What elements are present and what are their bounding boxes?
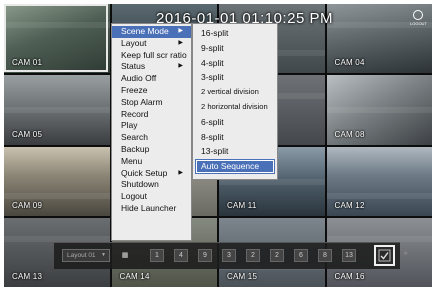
video-texture xyxy=(4,235,110,242)
camera-tile[interactable]: CAM 08 xyxy=(326,75,432,145)
menu-item[interactable]: Backup xyxy=(112,144,191,156)
split-layout-button[interactable]: 6 xyxy=(294,249,308,262)
menu-item-label: Scene Mode xyxy=(121,26,169,36)
split-layout-button[interactable]: 1 xyxy=(150,249,164,262)
camera-label: CAM 11 xyxy=(227,200,257,210)
menu-item-label: Freeze xyxy=(121,84,148,95)
camera-label: CAM 04 xyxy=(334,58,365,68)
menu-item-label: Menu xyxy=(121,155,143,166)
menu-item[interactable]: Keep full scr ratio xyxy=(112,50,191,62)
submenu-item[interactable]: 6-split xyxy=(193,115,277,130)
submenu-item[interactable]: 13-split xyxy=(193,144,277,159)
menu-item-label: Stop Alarm xyxy=(121,96,163,107)
menu-item[interactable]: Audio Off xyxy=(112,73,191,85)
camera-label: CAM 01 xyxy=(12,58,43,68)
menu-item[interactable]: Shutdown xyxy=(112,179,191,191)
nvr-live-screen: CAM 01 CAM 04 CAM 05 CAM 08 CAM 09 CAM 11 CAM … xyxy=(4,4,432,287)
camera-label: CAM 16 xyxy=(334,272,365,281)
menu-item-label: Search xyxy=(121,132,148,143)
launcher-bar: Layout 01 ▼ ▦ 1 4 9 3 2 2 6 8 13 ▸ xyxy=(54,242,408,269)
video-texture xyxy=(326,235,432,242)
layout-select[interactable]: Layout 01 ▼ xyxy=(62,249,110,262)
logout-icon-label: LOGOUT xyxy=(410,21,427,26)
submenu-item[interactable]: 2 horizontal division xyxy=(193,100,277,115)
chevron-right-icon: ▶ xyxy=(178,28,183,34)
camera-label: CAM 14 xyxy=(119,272,150,281)
menu-item[interactable]: Layout ▶ xyxy=(112,38,191,50)
chevron-right-icon: ▶ xyxy=(178,39,183,46)
video-texture xyxy=(4,22,110,28)
submenu-item[interactable]: 4-split xyxy=(193,56,277,71)
split-layout-button[interactable]: 2 xyxy=(246,249,260,262)
menu-item-label: Status xyxy=(121,61,146,72)
camera-label: CAM 13 xyxy=(12,272,43,281)
layout-grid-icon[interactable]: ▦ xyxy=(118,249,132,262)
camera-tile[interactable]: CAM 12 xyxy=(326,146,432,216)
submenu-item[interactable]: 16-split xyxy=(193,26,277,41)
submenu-item[interactable]: 2 vertical division xyxy=(193,85,277,100)
split-layout-button[interactable]: 3 xyxy=(222,249,236,262)
layout-select-value: Layout 01 xyxy=(67,252,96,259)
power-icon xyxy=(413,10,423,20)
submenu-item[interactable]: 3-split xyxy=(193,70,277,85)
video-texture xyxy=(4,192,110,199)
split-layout-button[interactable]: 2 xyxy=(270,249,284,262)
context-menu: Scene Mode ▶ Layout ▶ Keep full scr ratio Sta… xyxy=(111,23,192,241)
menu-item-label: Layout xyxy=(121,37,147,48)
submenu-item[interactable]: Auto Sequence xyxy=(195,159,275,174)
video-texture xyxy=(326,192,432,199)
auto-sequence-icon xyxy=(378,249,391,262)
split-layout-button[interactable]: 8 xyxy=(318,249,332,262)
split-layout-button[interactable]: 4 xyxy=(174,249,188,262)
launcher-expand-icon[interactable]: ▸ xyxy=(404,249,408,257)
chevron-down-icon: ▼ xyxy=(101,252,106,258)
menu-item[interactable]: Search xyxy=(112,132,191,144)
menu-item-label: Quick Setup xyxy=(121,167,168,178)
chevron-right-icon: ▶ xyxy=(178,169,183,176)
menu-item-label: Play xyxy=(121,120,138,131)
camera-label: CAM 15 xyxy=(227,272,258,281)
menu-item-label: Audio Off xyxy=(121,73,157,84)
chevron-right-icon: ▶ xyxy=(178,63,183,70)
menu-item[interactable]: Freeze xyxy=(112,85,191,97)
menu-item[interactable]: Record xyxy=(112,109,191,121)
menu-item[interactable]: Status ▶ xyxy=(112,61,191,73)
camera-label: CAM 05 xyxy=(12,129,43,139)
menu-item-label: Backup xyxy=(121,143,150,154)
menu-item[interactable]: Scene Mode ▶ xyxy=(112,26,191,38)
menu-item[interactable]: Logout xyxy=(112,191,191,203)
submenu-item[interactable]: 8-split xyxy=(193,130,277,145)
menu-item-label: Keep full scr ratio xyxy=(121,49,187,60)
camera-label: CAM 09 xyxy=(12,200,43,210)
menu-item-label: Logout xyxy=(121,191,147,202)
camera-label: CAM 08 xyxy=(334,129,365,139)
menu-item[interactable]: Play xyxy=(112,120,191,132)
video-texture xyxy=(326,107,432,114)
camera-tile[interactable]: CAM 01 xyxy=(4,4,110,74)
menu-item-label: Shutdown xyxy=(121,179,159,190)
camera-label: CAM 12 xyxy=(334,200,365,210)
menu-item[interactable]: Stop Alarm xyxy=(112,97,191,109)
logout-icon[interactable]: LOGOUT xyxy=(410,10,427,28)
menu-item-label: Hide Launcher xyxy=(121,202,177,213)
menu-item[interactable]: Hide Launcher xyxy=(112,203,191,215)
auto-sequence-button[interactable] xyxy=(374,245,395,266)
menu-item[interactable]: Menu xyxy=(112,156,191,168)
menu-item-label: Record xyxy=(121,108,149,119)
split-layout-button[interactable]: 13 xyxy=(342,249,356,262)
submenu-item[interactable]: 9-split xyxy=(193,41,277,56)
camera-tile[interactable]: CAM 09 xyxy=(4,146,110,216)
scene-mode-submenu: 16-split 9-split 4-split 3-split 2 vertical … xyxy=(192,23,278,180)
video-texture xyxy=(4,107,110,114)
split-layout-button[interactable]: 9 xyxy=(198,249,212,262)
menu-item[interactable]: Quick Setup ▶ xyxy=(112,168,191,180)
camera-tile[interactable]: CAM 05 xyxy=(4,75,110,145)
